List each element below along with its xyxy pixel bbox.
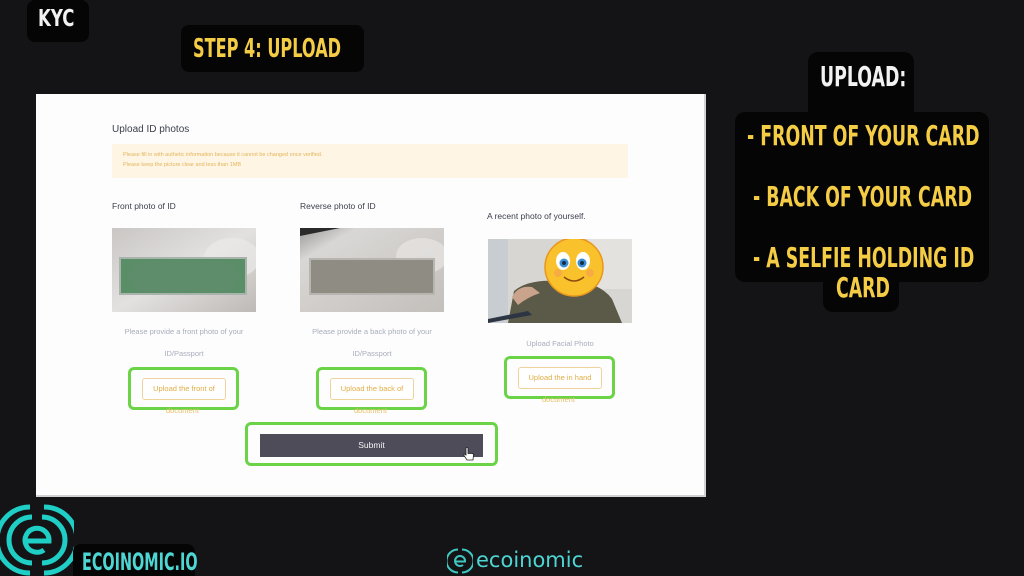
callout-title: UPLOAD: — [820, 60, 907, 93]
step-tag: STEP 4: UPLOAD — [181, 25, 364, 72]
front-hint-line1: Please provide a front photo of your — [124, 327, 244, 336]
upload-in-hand-button[interactable]: Upload the in hand — [518, 367, 602, 389]
brand-tag: ECOINOMIC.IO — [73, 544, 198, 576]
kyc-tag-label: KYC — [38, 6, 75, 32]
callout-item-front: - FRONT OF YOUR CARD — [747, 119, 980, 152]
page-title: Upload ID photos — [112, 124, 190, 135]
kyc-tag: KYC — [27, 0, 89, 42]
selfie-image — [488, 239, 632, 323]
upload-in-hand-overflow: document — [542, 395, 575, 404]
selfie-hint: Upload Facial Photo — [526, 339, 594, 348]
emoji-face-icon — [544, 239, 604, 297]
submit-button[interactable]: Submit — [260, 434, 483, 457]
reverse-photo-label: Reverse photo of ID — [300, 201, 376, 211]
upload-front-button[interactable]: Upload the front of — [142, 378, 226, 400]
selfie-photo-label: A recent photo of yourself. — [487, 211, 586, 221]
front-id-image — [112, 228, 256, 312]
reverse-id-image — [300, 228, 444, 312]
callout-item-selfie: - A SELFIE HOLDING ID — [753, 241, 975, 274]
watermark-text: ecoinomic — [476, 548, 584, 572]
front-hint-line2: ID/Passport — [164, 349, 204, 358]
callout-item-back: - BACK OF YOUR CARD — [753, 180, 972, 213]
reverse-hint-line2: ID/Passport — [352, 349, 392, 358]
front-photo-label: Front photo of ID — [112, 201, 176, 211]
step-tag-label: STEP 4: UPLOAD — [193, 34, 342, 64]
kyc-upload-screenshot: Upload ID photos Please fill in with aut… — [36, 94, 706, 497]
reverse-hint-line1: Please provide a back photo of your — [312, 327, 432, 336]
notice-line: Please fill in with authetic information… — [123, 152, 323, 158]
upload-back-overflow: document — [354, 406, 387, 415]
reverse-id-photo[interactable] — [300, 228, 444, 312]
upload-front-overflow: document — [166, 406, 199, 415]
selfie-photo[interactable] — [488, 239, 632, 323]
callout-item-selfie-cont: CARD — [836, 271, 890, 304]
ecoinomic-logo-icon — [0, 504, 74, 576]
upload-back-button[interactable]: Upload the back of — [330, 378, 414, 400]
front-id-photo[interactable] — [112, 228, 256, 312]
notice-banner: Please fill in with authetic information… — [112, 144, 628, 178]
hand-cursor-icon — [463, 447, 474, 461]
notice-line: Please keep the picture clear and less t… — [123, 162, 242, 168]
watermark-logo-icon — [447, 548, 473, 574]
brand-tag-label: ECOINOMIC.IO — [82, 548, 198, 576]
